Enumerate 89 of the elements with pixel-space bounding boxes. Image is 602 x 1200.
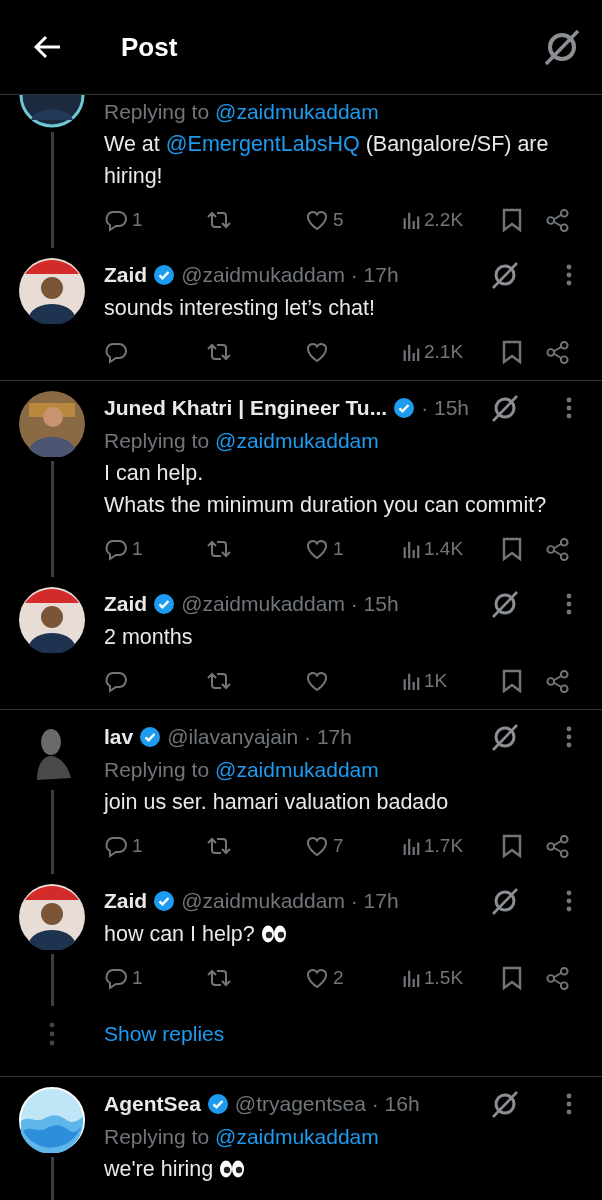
reply-count: 1 — [132, 835, 143, 857]
reply-icon[interactable] — [104, 669, 128, 693]
reply-count: 1 — [132, 209, 143, 231]
reply-icon[interactable] — [104, 340, 128, 364]
tweet-text: I can help. Whats the minimum duration you can commit? — [104, 460, 548, 519]
mention-link[interactable]: @zaidmukaddam — [215, 1125, 379, 1148]
reply-count: 1 — [132, 538, 143, 560]
mention-link[interactable]: @zaidmukaddam — [215, 100, 379, 123]
slashed-circle-icon[interactable] — [490, 589, 520, 619]
like-count: 5 — [333, 209, 344, 231]
avatar[interactable] — [19, 258, 85, 324]
replying-to-label: Replying to — [104, 758, 210, 781]
avatar[interactable] — [19, 391, 85, 457]
more-options-icon[interactable] — [566, 890, 572, 912]
view-count: 1K — [424, 670, 448, 692]
handle-and-time: @zaidmukaddam · 17h — [181, 889, 399, 913]
heart-icon[interactable] — [305, 340, 329, 364]
view-count: 1.5K — [424, 967, 464, 989]
slashed-circle-icon[interactable] — [542, 27, 582, 67]
replying-to-label: Replying to — [104, 429, 210, 452]
heart-icon[interactable] — [305, 208, 329, 232]
reply-icon[interactable] — [104, 834, 128, 858]
reply-icon[interactable] — [104, 966, 128, 990]
view-count: 2.1K — [424, 341, 464, 363]
handle-and-time: · 15h — [421, 396, 470, 420]
user-name[interactable]: lav — [104, 725, 134, 749]
like-count: 7 — [333, 835, 344, 857]
share-icon[interactable] — [545, 833, 570, 859]
avatar[interactable] — [19, 884, 85, 950]
more-options-icon[interactable] — [566, 726, 572, 748]
bookmark-icon[interactable] — [502, 340, 522, 364]
share-icon[interactable] — [545, 965, 570, 991]
reply-icon[interactable] — [104, 537, 128, 561]
bookmark-icon[interactable] — [502, 669, 522, 693]
bookmark-icon[interactable] — [502, 966, 522, 990]
mention-link[interactable]: @zaidmukaddam — [215, 429, 379, 452]
view-count: 1.7K — [424, 835, 464, 857]
heart-icon[interactable] — [305, 966, 329, 990]
mention-link[interactable]: @EmergentLabsHQ — [165, 132, 360, 156]
bookmark-icon[interactable] — [502, 208, 522, 232]
more-options-icon[interactable] — [566, 1093, 572, 1115]
eyes-icon — [219, 1160, 246, 1178]
avatar[interactable] — [19, 587, 85, 653]
reply-count: 1 — [132, 967, 143, 989]
heart-icon[interactable] — [305, 834, 329, 858]
user-name[interactable]: AgentSea — [104, 1092, 201, 1116]
slashed-circle-icon[interactable] — [490, 1089, 520, 1119]
handle-and-time: @zaidmukaddam · 17h — [181, 263, 399, 287]
more-options-icon[interactable] — [566, 264, 572, 286]
more-options-icon[interactable] — [566, 593, 572, 615]
share-icon[interactable] — [545, 536, 570, 562]
user-name[interactable]: Zaid — [104, 263, 148, 287]
page-title: Post — [121, 31, 178, 63]
slashed-circle-icon[interactable] — [490, 393, 520, 423]
tweet-text: sounds interesting let’s chat! — [104, 295, 376, 322]
view-count: 1.4K — [424, 538, 464, 560]
tweet-text: how can I help? — [104, 918, 580, 950]
handle-and-time: @tryagentsea · 16h — [234, 1092, 420, 1116]
heart-icon[interactable] — [305, 537, 329, 561]
more-options-icon[interactable] — [566, 397, 572, 419]
slashed-circle-icon[interactable] — [490, 886, 520, 916]
heart-icon[interactable] — [305, 669, 329, 693]
user-name[interactable]: Zaid — [104, 592, 148, 616]
tweet-text: we're hiring — [104, 1153, 580, 1185]
like-count: 2 — [333, 967, 344, 989]
tweet-text: join us ser. hamari valuation badado — [104, 789, 450, 816]
show-replies-link[interactable]: Show replies — [104, 1022, 225, 1046]
share-icon[interactable] — [545, 668, 570, 694]
mention-link[interactable]: @zaidmukaddam — [215, 758, 379, 781]
handle-and-time: @zaidmukaddam · 15h — [181, 592, 399, 616]
share-icon[interactable] — [545, 207, 570, 233]
share-icon[interactable] — [545, 339, 570, 365]
replying-to-label: Replying to — [104, 100, 210, 123]
tweet-text: We at @EmergentLabsHQ (Bangalore/SF) are hiring! — [104, 131, 550, 190]
dotted-line-icon — [49, 1022, 55, 1046]
back-arrow-icon[interactable] — [34, 35, 62, 59]
like-count: 1 — [333, 538, 344, 560]
user-name[interactable]: Zaid — [104, 889, 148, 913]
slashed-circle-icon[interactable] — [490, 722, 520, 752]
eyes-icon — [260, 925, 287, 943]
replying-to-label: Replying to — [104, 1125, 210, 1148]
tweet-text: 2 months — [104, 624, 194, 651]
handle-and-time: @ilavanyajain · 17h — [167, 725, 352, 749]
bookmark-icon[interactable] — [502, 834, 522, 858]
bookmark-icon[interactable] — [502, 537, 522, 561]
slashed-circle-icon[interactable] — [490, 260, 520, 290]
view-count: 2.2K — [424, 209, 464, 231]
user-name[interactable]: Juned Khatri | Engineer Tu... — [104, 396, 388, 420]
reply-icon[interactable] — [104, 208, 128, 232]
